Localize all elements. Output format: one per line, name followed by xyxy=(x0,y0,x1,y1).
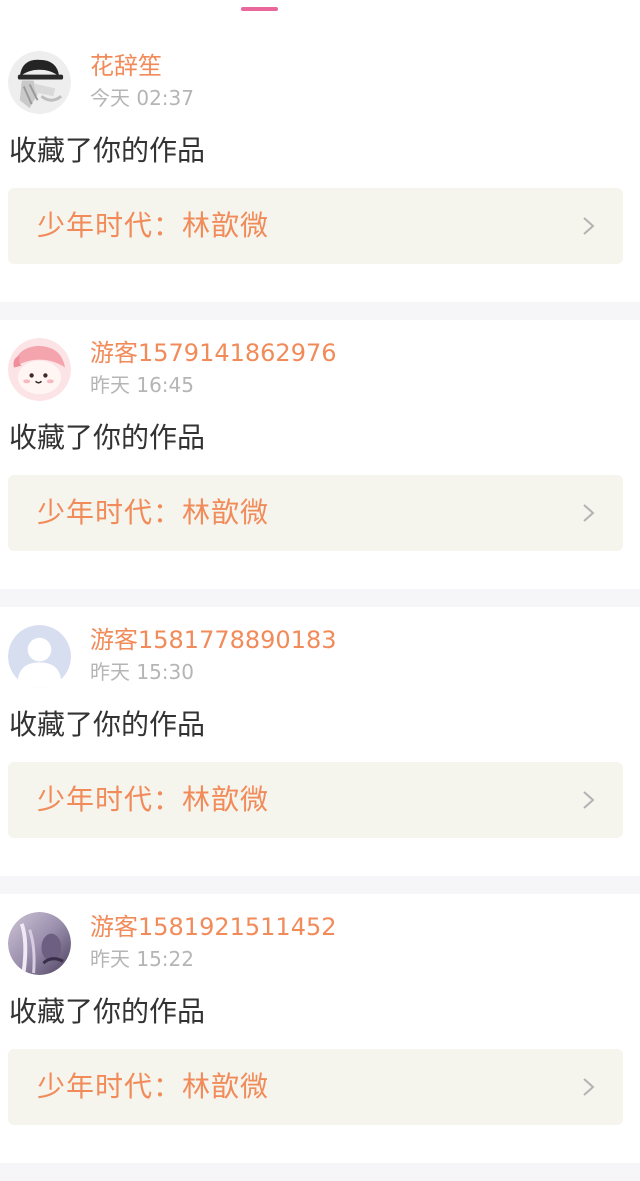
timestamp: 昨天 15:30 xyxy=(90,660,194,684)
avatar[interactable] xyxy=(8,625,71,688)
separator xyxy=(0,302,640,320)
timestamp: 昨天 16:45 xyxy=(90,373,194,397)
separator xyxy=(0,876,640,894)
timestamp: 今天 02:37 xyxy=(90,86,194,110)
notification-card: 游客1581921511452 昨天 15:22 收藏了你的作品 少年时代：林歆… xyxy=(0,894,640,1163)
work-title: 少年时代：林歆微 xyxy=(37,209,270,242)
avatar[interactable] xyxy=(8,338,71,401)
action-text: 收藏了你的作品 xyxy=(9,134,206,167)
work-link[interactable]: 少年时代：林歆微 xyxy=(8,762,623,838)
action-text: 收藏了你的作品 xyxy=(9,995,206,1028)
separator xyxy=(0,589,640,607)
avatar[interactable] xyxy=(8,912,71,975)
username[interactable]: 游客1579141862976 xyxy=(90,338,337,368)
active-tab-indicator xyxy=(241,7,278,11)
avatar[interactable] xyxy=(8,51,71,114)
work-title: 少年时代：林歆微 xyxy=(37,1070,270,1103)
notification-card: 游客1579141862976 昨天 16:45 收藏了你的作品 少年时代：林歆… xyxy=(0,320,640,589)
work-link[interactable]: 少年时代：林歆微 xyxy=(8,475,623,551)
username[interactable]: 游客1581921511452 xyxy=(90,912,337,942)
chevron-right-icon xyxy=(583,1078,595,1096)
username[interactable]: 游客1581778890183 xyxy=(90,625,337,655)
timestamp: 昨天 15:22 xyxy=(90,947,194,971)
notification-card: 花辞笙 今天 02:37 收藏了你的作品 少年时代：林歆微 xyxy=(0,33,640,302)
chevron-right-icon xyxy=(583,791,595,809)
username[interactable]: 花辞笙 xyxy=(90,51,162,81)
work-link[interactable]: 少年时代：林歆微 xyxy=(8,1049,623,1125)
chevron-right-icon xyxy=(583,217,595,235)
work-title: 少年时代：林歆微 xyxy=(37,496,270,529)
notification-card: 游客1581778890183 昨天 15:30 收藏了你的作品 少年时代：林歆… xyxy=(0,607,640,876)
action-text: 收藏了你的作品 xyxy=(9,708,206,741)
action-text: 收藏了你的作品 xyxy=(9,421,206,454)
separator xyxy=(0,1163,640,1181)
work-link[interactable]: 少年时代：林歆微 xyxy=(8,188,623,264)
work-title: 少年时代：林歆微 xyxy=(37,783,270,816)
notification-feed: 花辞笙 今天 02:37 收藏了你的作品 少年时代：林歆微 游客15791418… xyxy=(0,33,640,1181)
chevron-right-icon xyxy=(583,504,595,522)
